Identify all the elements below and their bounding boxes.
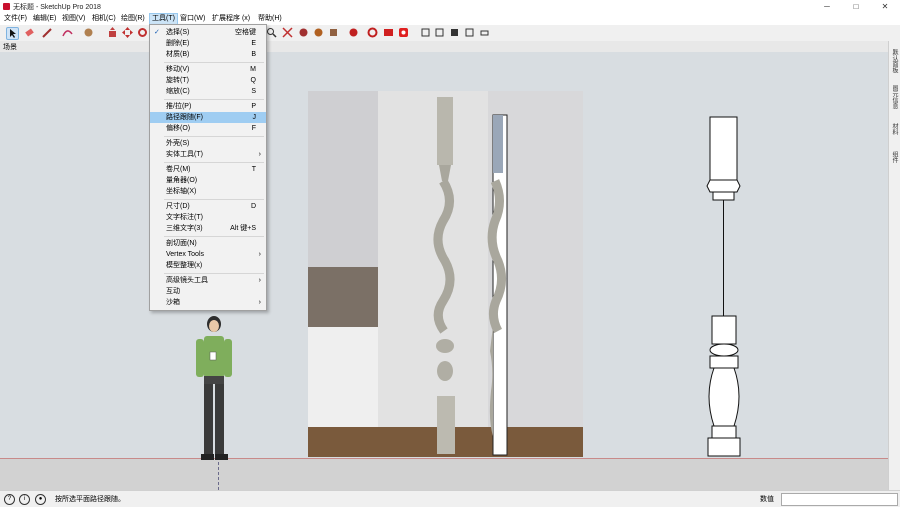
menu-separator bbox=[164, 273, 264, 274]
red-axis-line bbox=[0, 458, 888, 459]
extension-warehouse-icon[interactable] bbox=[328, 27, 339, 38]
arc-tool-icon[interactable] bbox=[62, 27, 73, 38]
close-button[interactable]: ✕ bbox=[874, 1, 896, 12]
menu-item-text[interactable]: 文字标注(T) bbox=[150, 212, 266, 223]
plugin-b-icon[interactable] bbox=[383, 27, 394, 38]
window-title: 无标题 - SketchUp Pro 2018 bbox=[13, 4, 101, 11]
plugin-g-icon[interactable] bbox=[464, 27, 475, 38]
title-bar: 无标题 - SketchUp Pro 2018 ─ □ ✕ bbox=[0, 0, 900, 13]
eraser-tool-icon[interactable] bbox=[24, 27, 35, 38]
menu-item-eraser[interactable]: 删除(E) E bbox=[150, 38, 266, 49]
menu-separator bbox=[164, 199, 264, 200]
reference-photo[interactable] bbox=[308, 91, 583, 457]
menu-draw[interactable]: 绘图(R) bbox=[119, 14, 147, 24]
status-text: 按所选平面路径跟随。 bbox=[55, 496, 125, 503]
zoom-tool-icon[interactable] bbox=[266, 27, 277, 38]
menu-separator bbox=[164, 99, 264, 100]
menu-camera[interactable]: 相机(C) bbox=[90, 14, 118, 24]
menu-help[interactable]: 帮助(H) bbox=[256, 14, 284, 24]
submenu-arrow-icon: › bbox=[258, 251, 261, 258]
layout-icon[interactable] bbox=[348, 27, 359, 38]
menu-item-advanced-camera[interactable]: 高级镜头工具 › bbox=[150, 275, 266, 286]
default-tray: 默认面板 图元信息 材料 组件 bbox=[888, 41, 900, 490]
rotate-tool-icon[interactable] bbox=[137, 27, 148, 38]
menu-item-paint[interactable]: 材质(B) B bbox=[150, 49, 266, 60]
baluster-model[interactable] bbox=[700, 116, 750, 458]
menu-item-offset[interactable]: 偏移(O) F bbox=[150, 123, 266, 134]
maximize-button[interactable]: □ bbox=[845, 1, 867, 12]
ground-plane bbox=[0, 458, 888, 490]
menu-item-vertex-tools[interactable]: Vertex Tools › bbox=[150, 249, 266, 260]
drawing-viewport[interactable] bbox=[0, 52, 888, 490]
plugin-e-icon[interactable] bbox=[434, 27, 445, 38]
tray-tab-entity-info[interactable]: 图元信息 bbox=[891, 85, 899, 109]
menu-item-model-cleanup[interactable]: 模型整理(x) bbox=[150, 260, 266, 271]
checkmark-icon: ✓ bbox=[154, 29, 160, 36]
plugin-c-icon[interactable] bbox=[398, 27, 409, 38]
menu-edit[interactable]: 编辑(E) bbox=[31, 14, 58, 24]
menu-view[interactable]: 视图(V) bbox=[60, 14, 87, 24]
menu-item-solid-tools[interactable]: 实体工具(T) › bbox=[150, 149, 266, 160]
menu-separator bbox=[164, 136, 264, 137]
user-icon[interactable]: ● bbox=[35, 494, 46, 505]
submenu-arrow-icon: › bbox=[258, 151, 261, 158]
measurements-input[interactable] bbox=[781, 493, 898, 506]
menu-item-move[interactable]: 移动(V) M bbox=[150, 64, 266, 75]
menu-extensions[interactable]: 扩展程序 (x) bbox=[210, 14, 252, 24]
menu-file[interactable]: 文件(F) bbox=[2, 14, 29, 24]
menu-item-tape-measure[interactable]: 卷尺(M) T bbox=[150, 164, 266, 175]
warehouse-icon[interactable] bbox=[298, 27, 309, 38]
minimize-button[interactable]: ─ bbox=[816, 1, 838, 12]
menu-separator bbox=[164, 236, 264, 237]
credits-icon[interactable]: i bbox=[19, 494, 30, 505]
tray-tab-materials[interactable]: 材料 bbox=[891, 123, 899, 135]
menu-window[interactable]: 窗口(W) bbox=[178, 14, 207, 24]
menu-item-rotate[interactable]: 旋转(T) Q bbox=[150, 75, 266, 86]
scene-tab-row: 场景 bbox=[0, 41, 888, 52]
plugin-d-icon[interactable] bbox=[420, 27, 431, 38]
menu-separator bbox=[164, 162, 264, 163]
menu-item-scale[interactable]: 缩放(C) S bbox=[150, 86, 266, 97]
menu-item-sandbox[interactable]: 沙箱 › bbox=[150, 297, 266, 308]
geo-location-icon[interactable]: ? bbox=[4, 494, 15, 505]
menu-item-interact[interactable]: 互动 bbox=[150, 286, 266, 297]
status-bar: ? i ● 按所选平面路径跟随。 数值 bbox=[0, 490, 900, 507]
sketchup-logo-icon bbox=[3, 3, 10, 10]
menu-item-protractor[interactable]: 量角器(O) bbox=[150, 175, 266, 186]
menu-item-follow-me[interactable]: 路径跟随(F) J bbox=[150, 112, 266, 123]
menu-item-3d-text[interactable]: 三维文字(3) Alt 键+S bbox=[150, 223, 266, 234]
measurements-label: 数值 bbox=[760, 496, 774, 503]
plugin-f-icon[interactable] bbox=[449, 27, 460, 38]
move-tool-icon[interactable] bbox=[122, 27, 133, 38]
shape-tool-icon[interactable] bbox=[83, 27, 94, 38]
zoom-extents-tool-icon[interactable] bbox=[282, 27, 293, 38]
line-tool-icon[interactable] bbox=[42, 27, 53, 38]
menu-item-outer-shell[interactable]: 外壳(S) bbox=[150, 138, 266, 149]
main-toolbar bbox=[0, 25, 900, 42]
components-icon[interactable] bbox=[313, 27, 324, 38]
tray-tab-components[interactable]: 组件 bbox=[891, 151, 899, 163]
select-tool-icon[interactable] bbox=[6, 27, 19, 40]
tray-tab-default[interactable]: 默认面板 bbox=[891, 49, 899, 73]
menu-item-section-plane[interactable]: 剖切面(N) bbox=[150, 238, 266, 249]
submenu-arrow-icon: › bbox=[258, 299, 261, 306]
print-icon[interactable] bbox=[479, 27, 490, 38]
plugin-a-icon[interactable] bbox=[367, 27, 378, 38]
submenu-arrow-icon: › bbox=[258, 277, 261, 284]
push-pull-tool-icon[interactable] bbox=[107, 27, 118, 38]
menu-item-axes[interactable]: 坐标轴(X) bbox=[150, 186, 266, 197]
menu-item-select[interactable]: ✓ 选择(S) 空格键 bbox=[150, 27, 266, 38]
menu-separator bbox=[164, 62, 264, 63]
menu-item-push-pull[interactable]: 推/拉(P) P bbox=[150, 101, 266, 112]
tools-dropdown-menu: ✓ 选择(S) 空格键 删除(E) E 材质(B) B 移动(V) M 旋转(T) Q … bbox=[149, 24, 267, 311]
menu-item-dimensions[interactable]: 尺寸(D) D bbox=[150, 201, 266, 212]
scale-figure[interactable] bbox=[190, 314, 240, 466]
menu-bar: 文件(F) 编辑(E) 视图(V) 相机(C) 绘图(R) 工具(T) 窗口(W… bbox=[0, 13, 900, 25]
scene-tab[interactable]: 场景 bbox=[3, 42, 17, 52]
